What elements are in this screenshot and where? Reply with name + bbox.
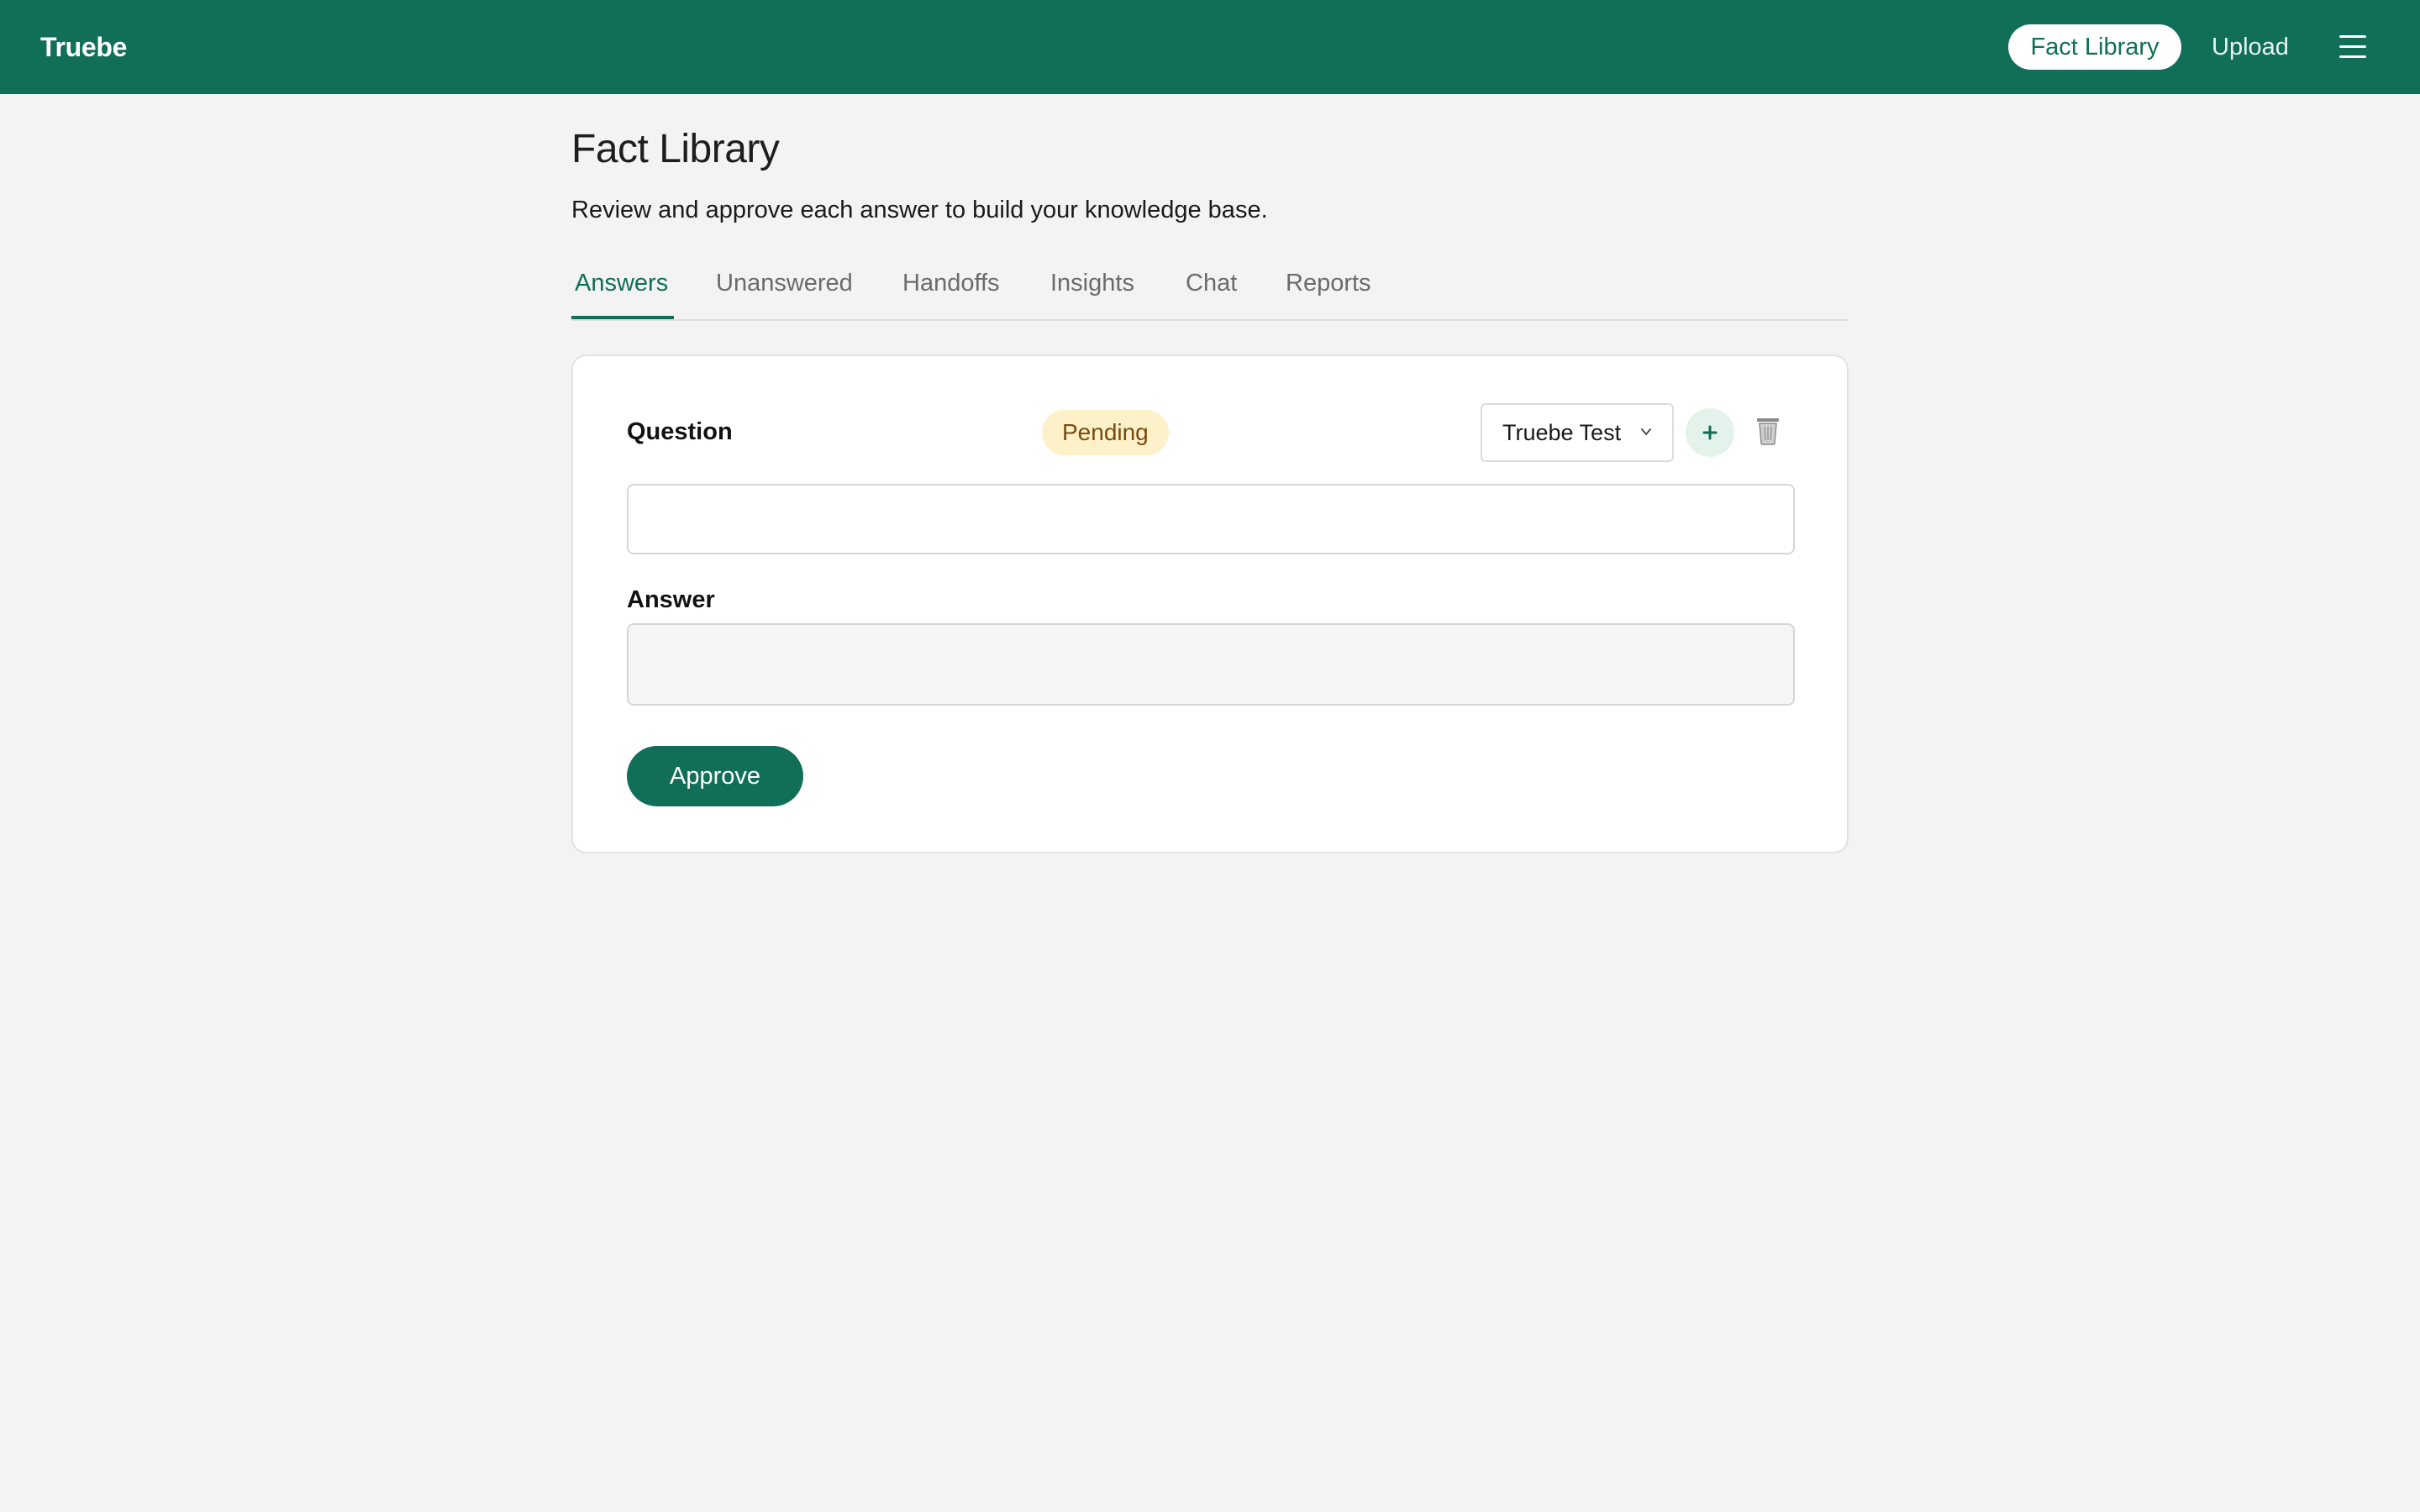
page-subtitle: Review and approve each answer to build … — [571, 197, 1268, 223]
question-input[interactable] — [627, 484, 1795, 554]
workspace-select-value: Truebe Test — [1502, 420, 1622, 445]
trash-icon — [1757, 418, 1779, 445]
plus-icon — [1702, 425, 1718, 440]
tab-chat[interactable]: Chat — [1182, 252, 1240, 319]
approve-button[interactable]: Approve — [627, 746, 803, 806]
chevron-down-icon — [1641, 428, 1651, 435]
fact-card: Question Pending Truebe Test Answer Appr… — [571, 354, 1849, 853]
tab-answers[interactable]: Answers — [571, 252, 674, 319]
tab-insights[interactable]: Insights — [1047, 252, 1138, 319]
answer-label: Answer — [627, 586, 715, 613]
nav-upload[interactable]: Upload — [2212, 24, 2289, 70]
delete-button[interactable] — [1754, 415, 1781, 445]
hamburger-menu-icon[interactable] — [2336, 32, 2370, 62]
add-button[interactable] — [1686, 408, 1734, 457]
page-title: Fact Library — [571, 127, 780, 171]
tab-handoffs[interactable]: Handoffs — [899, 252, 1003, 319]
top-navbar: Truebe Fact Library Upload — [0, 0, 2420, 94]
tab-bar: Answers Unanswered Handoffs Insights Cha… — [571, 252, 1849, 321]
nav-fact-library[interactable]: Fact Library — [2008, 24, 2181, 70]
brand-logo[interactable]: Truebe — [40, 0, 127, 94]
tab-reports[interactable]: Reports — [1282, 252, 1375, 319]
status-badge: Pending — [1042, 410, 1169, 455]
question-label: Question — [627, 418, 733, 445]
tab-unanswered[interactable]: Unanswered — [713, 252, 856, 319]
answer-field[interactable] — [627, 623, 1795, 706]
workspace-select[interactable]: Truebe Test — [1481, 403, 1674, 462]
